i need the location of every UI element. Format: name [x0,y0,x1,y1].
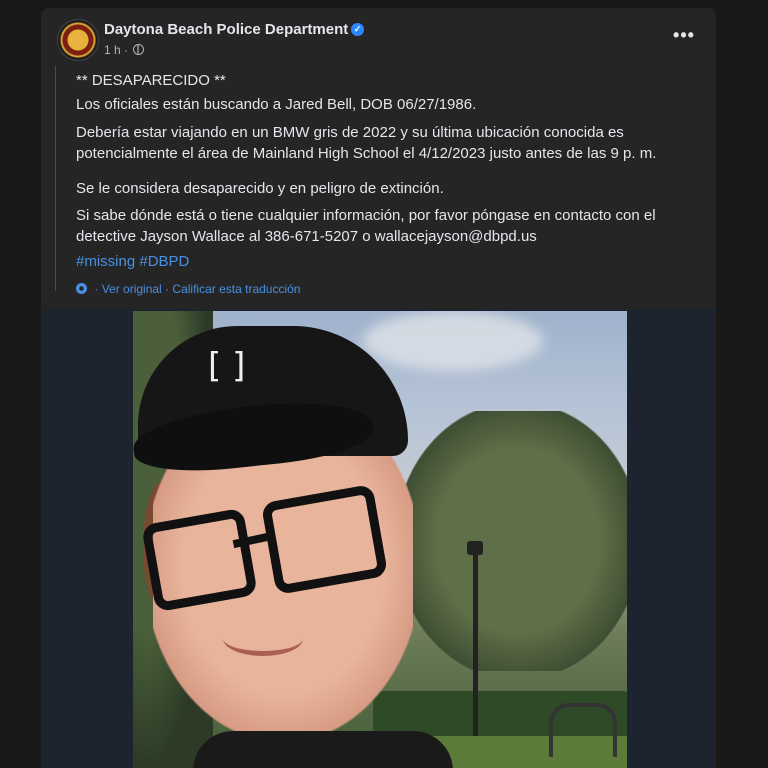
photo-bike-rack [549,703,617,757]
post-paragraph-1: Los oficiales están buscando a Jared Bel… [76,96,477,113]
post-paragraph-2: Debería estar viajando en un BMW gris de… [76,124,657,162]
photo-glasses-right [260,483,389,596]
gear-icon [76,283,87,294]
more-options-button[interactable]: ••• [672,26,696,48]
post-card: Daytona Beach Police Department ✓ 1 h · … [41,8,716,768]
post-time[interactable]: 1 h [104,43,121,57]
see-original-link[interactable]: Ver original [102,282,162,296]
verified-badge-icon: ✓ [351,23,364,36]
text-indent-rule [55,66,56,291]
missing-person-photo[interactable]: [ ] [133,311,627,768]
translation-row: · Ver original · Calificar esta traducci… [76,279,300,300]
photo-tree-right [403,411,627,671]
photo-smile [223,621,303,656]
post-paragraph-3: Se le considera desaparecido y en peligr… [76,180,444,197]
rate-translation-link[interactable]: Calificar esta traducción [172,282,300,296]
photo-shirt [193,731,453,768]
hashtags-link[interactable]: #missing #DBPD [76,251,189,272]
post-media[interactable]: [ ] [41,309,716,768]
post-title-line: ** DESAPARECIDO ** [76,72,226,89]
globe-icon[interactable] [133,44,145,55]
post-meta: 1 h · [104,43,145,57]
post-header: Daytona Beach Police Department ✓ 1 h · … [41,8,716,70]
cap-logo-icon: [ ] [208,346,246,386]
meta-separator: · [94,282,99,296]
photo-lamp-post [473,546,478,736]
page-name[interactable]: Daytona Beach Police Department [104,21,348,38]
photo-cloud [363,311,543,371]
photo-lamp-head [467,541,483,555]
page-avatar[interactable] [57,19,99,61]
meta-separator: · [124,43,129,57]
post-paragraph-4: Si sabe dónde está o tiene cualquier inf… [76,207,656,245]
photo-glasses-left [141,507,258,613]
meta-separator: · [165,282,170,296]
